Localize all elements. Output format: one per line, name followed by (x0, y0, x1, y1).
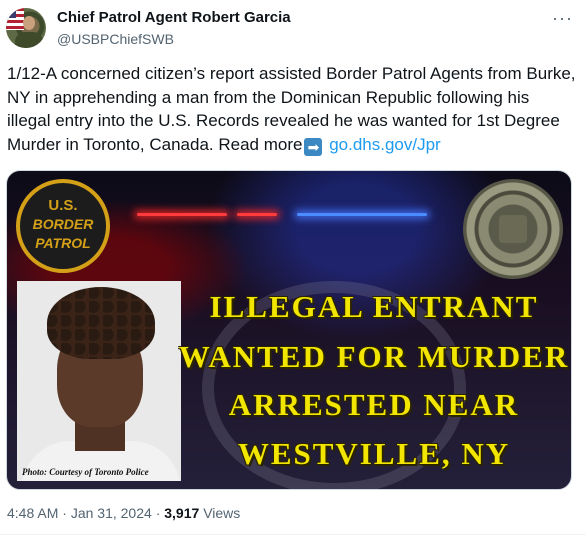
more-options-icon[interactable]: ··· (552, 8, 573, 29)
tweet-media-image[interactable]: U.S. BORDER PATROL Photo: Courtesy of To… (6, 170, 572, 490)
headline-line-4: WESTVILLE, NY (237, 436, 511, 471)
photo-caption: Photo: Courtesy of Toronto Police (22, 467, 149, 477)
police-light-red (237, 213, 277, 216)
author-handle[interactable]: @USBPChiefSWB (57, 31, 174, 47)
tweet-body: 1/12-A concerned citizen’s report assist… (7, 64, 576, 154)
headline-line-1: ILLEGAL ENTRANT (209, 289, 539, 324)
patch-line-2: BORDER (32, 216, 94, 232)
author-name[interactable]: Chief Patrol Agent Robert Garcia (57, 9, 291, 26)
border-patrol-patch: U.S. BORDER PATROL (16, 179, 110, 273)
tweet-metadata: 4:48 AM · Jan 31, 2024 · 3,917 Views (7, 505, 240, 521)
patch-line-3: PATROL (35, 235, 91, 251)
police-light-red (137, 213, 227, 216)
tweet-header: Chief Patrol Agent Robert Garcia @USBPCh… (0, 0, 586, 56)
divider (0, 534, 586, 535)
headline-line-3: ARRESTED NEAR (228, 387, 520, 422)
author-avatar[interactable] (6, 8, 46, 48)
arrow-right-icon: ➡ (304, 137, 323, 156)
meta-separator: · (155, 505, 161, 521)
tweet-time[interactable]: 4:48 AM (7, 505, 58, 521)
patch-line-1: U.S. (48, 197, 78, 214)
mugshot-photo: Photo: Courtesy of Toronto Police (17, 281, 181, 481)
tweet-link[interactable]: go.dhs.gov/Jpr (329, 135, 441, 154)
tweet-text: 1/12-A concerned citizen’s report assist… (7, 62, 577, 156)
views-label: Views (203, 505, 241, 521)
headline-line-2: WANTED FOR MURDER (178, 339, 570, 374)
meta-separator: · (62, 505, 67, 521)
flag-icon (6, 8, 24, 30)
views-count: 3,917 (164, 505, 200, 521)
police-light-blue (297, 213, 427, 216)
agency-seal (463, 179, 563, 279)
tweet-date[interactable]: Jan 31, 2024 (71, 505, 152, 521)
